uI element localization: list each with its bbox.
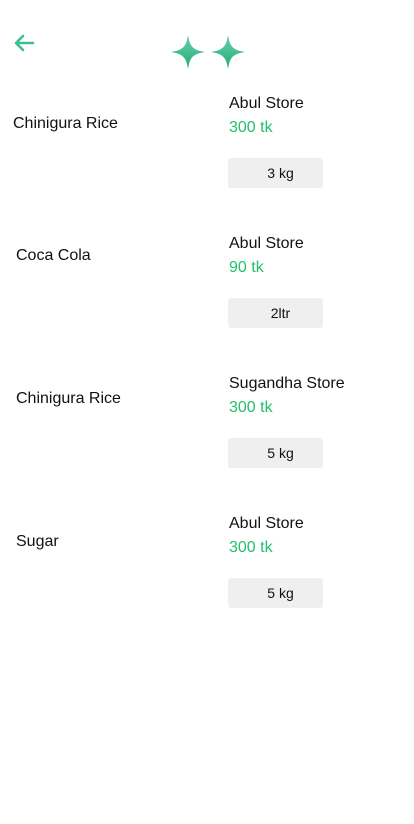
store-name: Sugandha Store — [229, 375, 345, 392]
app-header — [0, 0, 414, 90]
list-item[interactable]: Sugar Abul Store 300 tk 5 kg — [0, 514, 414, 614]
sparkle-icon — [209, 33, 247, 76]
list-item[interactable]: Chinigura Rice Abul Store 300 tk 3 kg — [0, 94, 414, 194]
app-logo — [169, 34, 247, 74]
item-name: Sugar — [16, 533, 59, 550]
sparkle-icon — [169, 33, 207, 76]
quantity-field[interactable]: 2ltr — [228, 298, 323, 328]
item-price: 300 tk — [229, 119, 273, 136]
item-name: Chinigura Rice — [13, 115, 118, 132]
item-price: 300 tk — [229, 539, 273, 556]
arrow-left-icon — [13, 34, 35, 57]
quantity-field[interactable]: 3 kg — [228, 158, 323, 188]
store-name: Abul Store — [229, 515, 304, 532]
back-button[interactable] — [10, 32, 38, 58]
quantity-field[interactable]: 5 kg — [228, 578, 323, 608]
list-item[interactable]: Chinigura Rice Sugandha Store 300 tk 5 k… — [0, 374, 414, 474]
list-item[interactable]: Coca Cola Abul Store 90 tk 2ltr — [0, 234, 414, 334]
item-price: 300 tk — [229, 399, 273, 416]
item-name: Coca Cola — [16, 247, 91, 264]
item-name: Chinigura Rice — [16, 390, 121, 407]
item-price: 90 tk — [229, 259, 264, 276]
quantity-field[interactable]: 5 kg — [228, 438, 323, 468]
store-name: Abul Store — [229, 235, 304, 252]
store-name: Abul Store — [229, 95, 304, 112]
